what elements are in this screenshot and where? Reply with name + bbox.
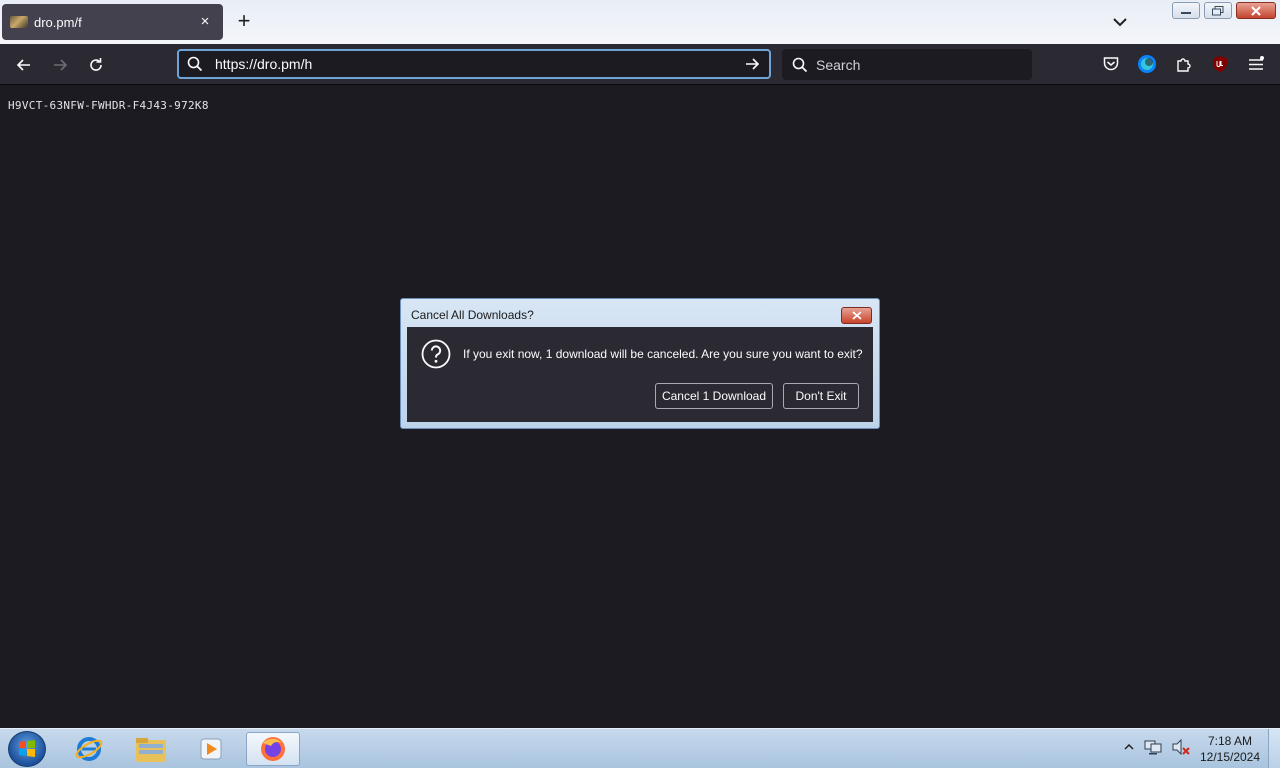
window-close-button[interactable] xyxy=(1236,2,1276,19)
tab-active[interactable]: dro.pm/f × xyxy=(2,4,223,40)
dont-exit-button[interactable]: Don't Exit xyxy=(783,383,859,409)
dialog-body: If you exit now, 1 download will be canc… xyxy=(407,327,873,422)
search-icon xyxy=(792,57,808,72)
url-text[interactable]: https://dro.pm/h xyxy=(215,56,743,72)
dialog-message: If you exit now, 1 download will be canc… xyxy=(463,347,863,361)
ublock-origin-button[interactable] xyxy=(1208,52,1232,76)
tab-close-button[interactable]: × xyxy=(195,12,215,32)
go-arrow-icon[interactable] xyxy=(743,55,761,73)
system-tray xyxy=(1124,739,1190,755)
serial-key-text: H9VCT-63NFW-FWHDR-F4J43-972K8 xyxy=(8,99,209,112)
back-button[interactable] xyxy=(10,51,38,79)
internet-explorer-icon xyxy=(75,737,103,761)
restore-icon xyxy=(1212,5,1224,15)
account-button[interactable] xyxy=(1135,52,1159,76)
dialog-title: Cancel All Downloads? xyxy=(411,308,534,322)
network-icon[interactable] xyxy=(1144,739,1162,755)
start-button[interactable] xyxy=(8,731,46,767)
cancel-downloads-button[interactable]: Cancel 1 Download xyxy=(655,383,773,409)
close-icon xyxy=(1251,5,1261,16)
dialog-close-button[interactable] xyxy=(841,307,872,324)
minimize-icon xyxy=(1181,11,1191,14)
clock-date: 12/15/2024 xyxy=(1199,750,1261,764)
ublock-shield-icon xyxy=(1213,56,1227,72)
close-icon xyxy=(851,311,862,320)
volume-muted-icon[interactable] xyxy=(1172,739,1190,755)
show-desktop-button[interactable] xyxy=(1268,729,1280,768)
tab-favicon-icon xyxy=(10,16,28,28)
reload-button[interactable] xyxy=(82,51,110,79)
cancel-downloads-dialog: Cancel All Downloads? If you exit now, 1… xyxy=(400,298,880,429)
window-controls xyxy=(1172,2,1276,19)
list-all-tabs-button[interactable] xyxy=(1108,10,1132,34)
app-menu-button[interactable] xyxy=(1244,52,1268,76)
url-bar[interactable]: https://dro.pm/h xyxy=(177,49,771,79)
navigation-toolbar: https://dro.pm/h Search xyxy=(0,44,1280,85)
firefox-icon xyxy=(261,737,285,761)
pocket-icon xyxy=(1103,57,1119,71)
pocket-button[interactable] xyxy=(1099,52,1123,76)
question-icon xyxy=(421,339,451,369)
forward-button[interactable] xyxy=(46,51,74,79)
extensions-button[interactable] xyxy=(1172,52,1196,76)
taskbar-firefox[interactable] xyxy=(246,732,300,766)
show-hidden-icons-icon[interactable] xyxy=(1124,742,1134,752)
taskbar-clock[interactable]: 7:18 AM 12/15/2024 xyxy=(1196,733,1264,765)
folder-icon xyxy=(136,738,166,762)
puzzle-icon xyxy=(1177,58,1191,72)
new-tab-button[interactable]: + xyxy=(232,10,256,34)
clock-time: 7:18 AM xyxy=(1207,734,1253,748)
account-icon xyxy=(1138,55,1156,73)
hamburger-menu-icon xyxy=(1249,56,1264,70)
search-icon xyxy=(187,56,203,72)
tab-strip: dro.pm/f × + xyxy=(0,0,1280,44)
restore-button[interactable] xyxy=(1204,2,1232,19)
taskbar: 7:18 AM 12/15/2024 xyxy=(0,728,1280,768)
search-placeholder: Search xyxy=(816,56,861,73)
minimize-button[interactable] xyxy=(1172,2,1200,19)
taskbar-internet-explorer[interactable] xyxy=(62,732,116,766)
chevron-down-icon xyxy=(1113,18,1127,27)
search-bar[interactable]: Search xyxy=(782,49,1032,80)
tab-title: dro.pm/f xyxy=(34,14,82,30)
arrow-right-icon xyxy=(54,59,68,71)
taskbar-media-player[interactable] xyxy=(184,732,238,766)
media-player-icon xyxy=(200,738,222,760)
reload-icon xyxy=(90,58,102,71)
taskbar-file-explorer[interactable] xyxy=(124,732,178,766)
windows-logo-icon xyxy=(19,740,35,757)
arrow-left-icon xyxy=(16,59,30,71)
